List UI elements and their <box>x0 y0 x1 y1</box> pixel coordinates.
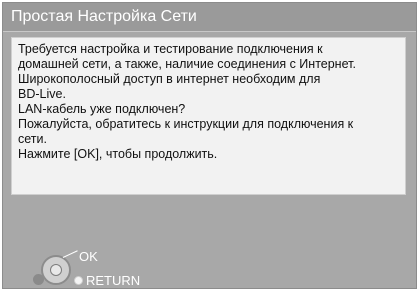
title-bar: Простая Настройка Сети <box>3 3 416 32</box>
message-line: Пожалуйста, обратитесь к инструкции для … <box>18 117 354 131</box>
ok-label: OK <box>79 249 98 264</box>
dialog-title: Простая Настройка Сети <box>11 8 197 25</box>
return-dot-icon[interactable] <box>74 276 83 285</box>
message-line: BD-Live. <box>18 87 66 101</box>
message-line: LAN-кабель уже подключен? <box>18 102 186 116</box>
message-line: сети. <box>18 132 47 146</box>
message-line: Требуется настройка и тестирование подкл… <box>18 42 323 56</box>
dpad-center-icon[interactable] <box>50 264 62 276</box>
dpad-leader-line <box>62 250 78 258</box>
message-line: Широкополосный доступ в интернет необход… <box>18 72 321 86</box>
message-line: домашней сети, а также, наличие соединен… <box>18 57 356 71</box>
controls-hint: OK RETURN <box>33 243 183 288</box>
message-box: Требуется настройка и тестирование подкл… <box>11 37 406 195</box>
setup-screen: Простая Настройка Сети Требуется настрой… <box>2 2 417 289</box>
message-line: Нажмите [OK], чтобы продолжить. <box>18 147 218 161</box>
return-label: RETURN <box>86 273 141 288</box>
